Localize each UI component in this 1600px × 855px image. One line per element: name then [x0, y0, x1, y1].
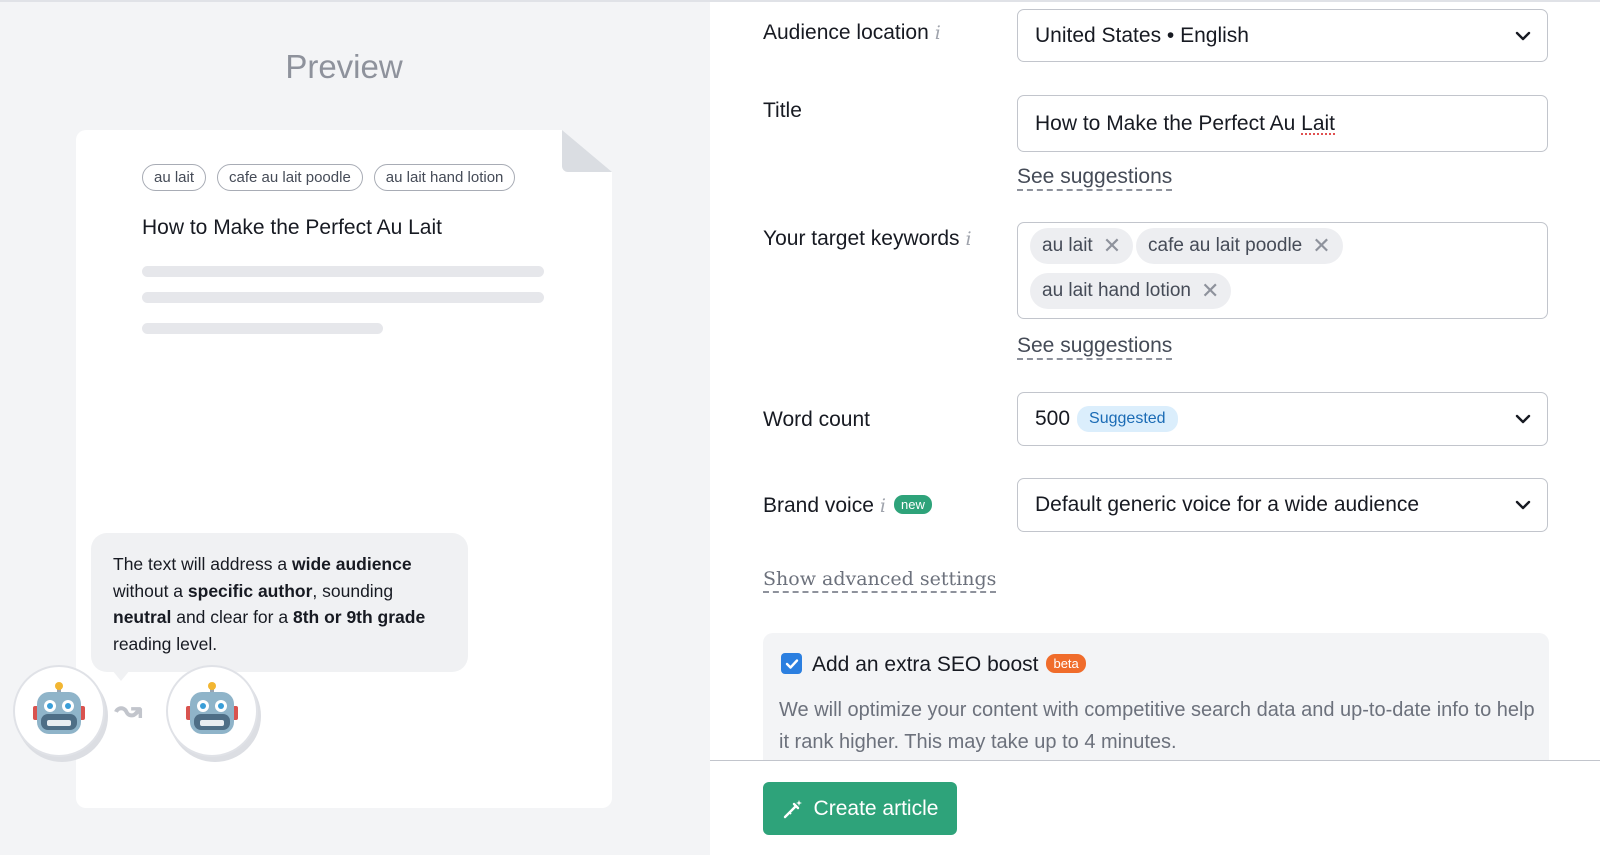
new-badge: new: [893, 495, 932, 514]
robot-avatar-icon: [166, 665, 258, 757]
checkmark-icon: [785, 658, 798, 669]
word-count-label: Word count: [763, 408, 870, 431]
suggested-badge: Suggested: [1077, 406, 1178, 432]
title-label: Title: [763, 99, 802, 122]
placeholder-line: [142, 323, 383, 334]
preview-tag: au lait hand lotion: [373, 164, 516, 191]
info-icon[interactable]: i: [966, 228, 972, 250]
target-keywords-label: Your target keywords i: [763, 227, 972, 250]
keyword-chip: cafe au lait poodle ✕: [1136, 228, 1343, 264]
seo-boost-label: Add an extra SEO boost beta: [812, 653, 1086, 677]
remove-chip-icon[interactable]: ✕: [1201, 280, 1219, 302]
magic-wand-icon: [783, 799, 802, 818]
chevron-down-icon: [1515, 414, 1531, 424]
audience-location-select[interactable]: United States • English: [1017, 9, 1548, 62]
placeholder-line: [142, 266, 544, 277]
beta-badge: beta: [1046, 654, 1086, 673]
create-article-button[interactable]: Create article: [763, 782, 957, 835]
audience-location-label: Audience location i: [763, 21, 941, 44]
brand-voice-label: Brand voice i new: [763, 494, 932, 518]
preview-keyword-tags: au lait cafe au lait poodle au lait hand…: [142, 164, 516, 191]
keyword-chip: au lait hand lotion ✕: [1030, 273, 1232, 309]
title-input[interactable]: How to Make the Perfect Au Lait: [1017, 95, 1548, 152]
robot-avatar-icon: [13, 665, 105, 757]
brand-voice-select[interactable]: Default generic voice for a wide audienc…: [1017, 478, 1548, 532]
preview-tag: au lait: [142, 164, 207, 191]
remove-chip-icon[interactable]: ✕: [1312, 235, 1330, 257]
placeholder-line: [142, 292, 544, 303]
title-see-suggestions-link[interactable]: See suggestions: [1017, 165, 1173, 191]
preview-tag: cafe au lait poodle: [217, 164, 363, 191]
transform-arrow-icon: ↝: [114, 691, 143, 729]
preview-article-title: How to Make the Perfect Au Lait: [142, 216, 442, 239]
keywords-see-suggestions-link[interactable]: See suggestions: [1017, 334, 1173, 360]
info-icon[interactable]: i: [935, 22, 941, 44]
show-advanced-settings-link[interactable]: Show advanced settings: [763, 567, 997, 593]
info-icon[interactable]: i: [880, 495, 886, 517]
chevron-down-icon: [1515, 31, 1531, 40]
voice-description-bubble: The text will address a wide audience wi…: [91, 533, 468, 672]
bubble-tail: [112, 670, 130, 681]
seo-boost-description: We will optimize your content with compe…: [779, 699, 1535, 753]
preview-heading: Preview: [285, 48, 403, 85]
seo-boost-checkbox[interactable]: [781, 653, 802, 674]
keyword-chip: au lait ✕: [1030, 228, 1134, 264]
chevron-down-icon: [1515, 500, 1531, 510]
remove-chip-icon[interactable]: ✕: [1103, 235, 1121, 257]
word-count-select[interactable]: 500 Suggested: [1017, 392, 1548, 446]
